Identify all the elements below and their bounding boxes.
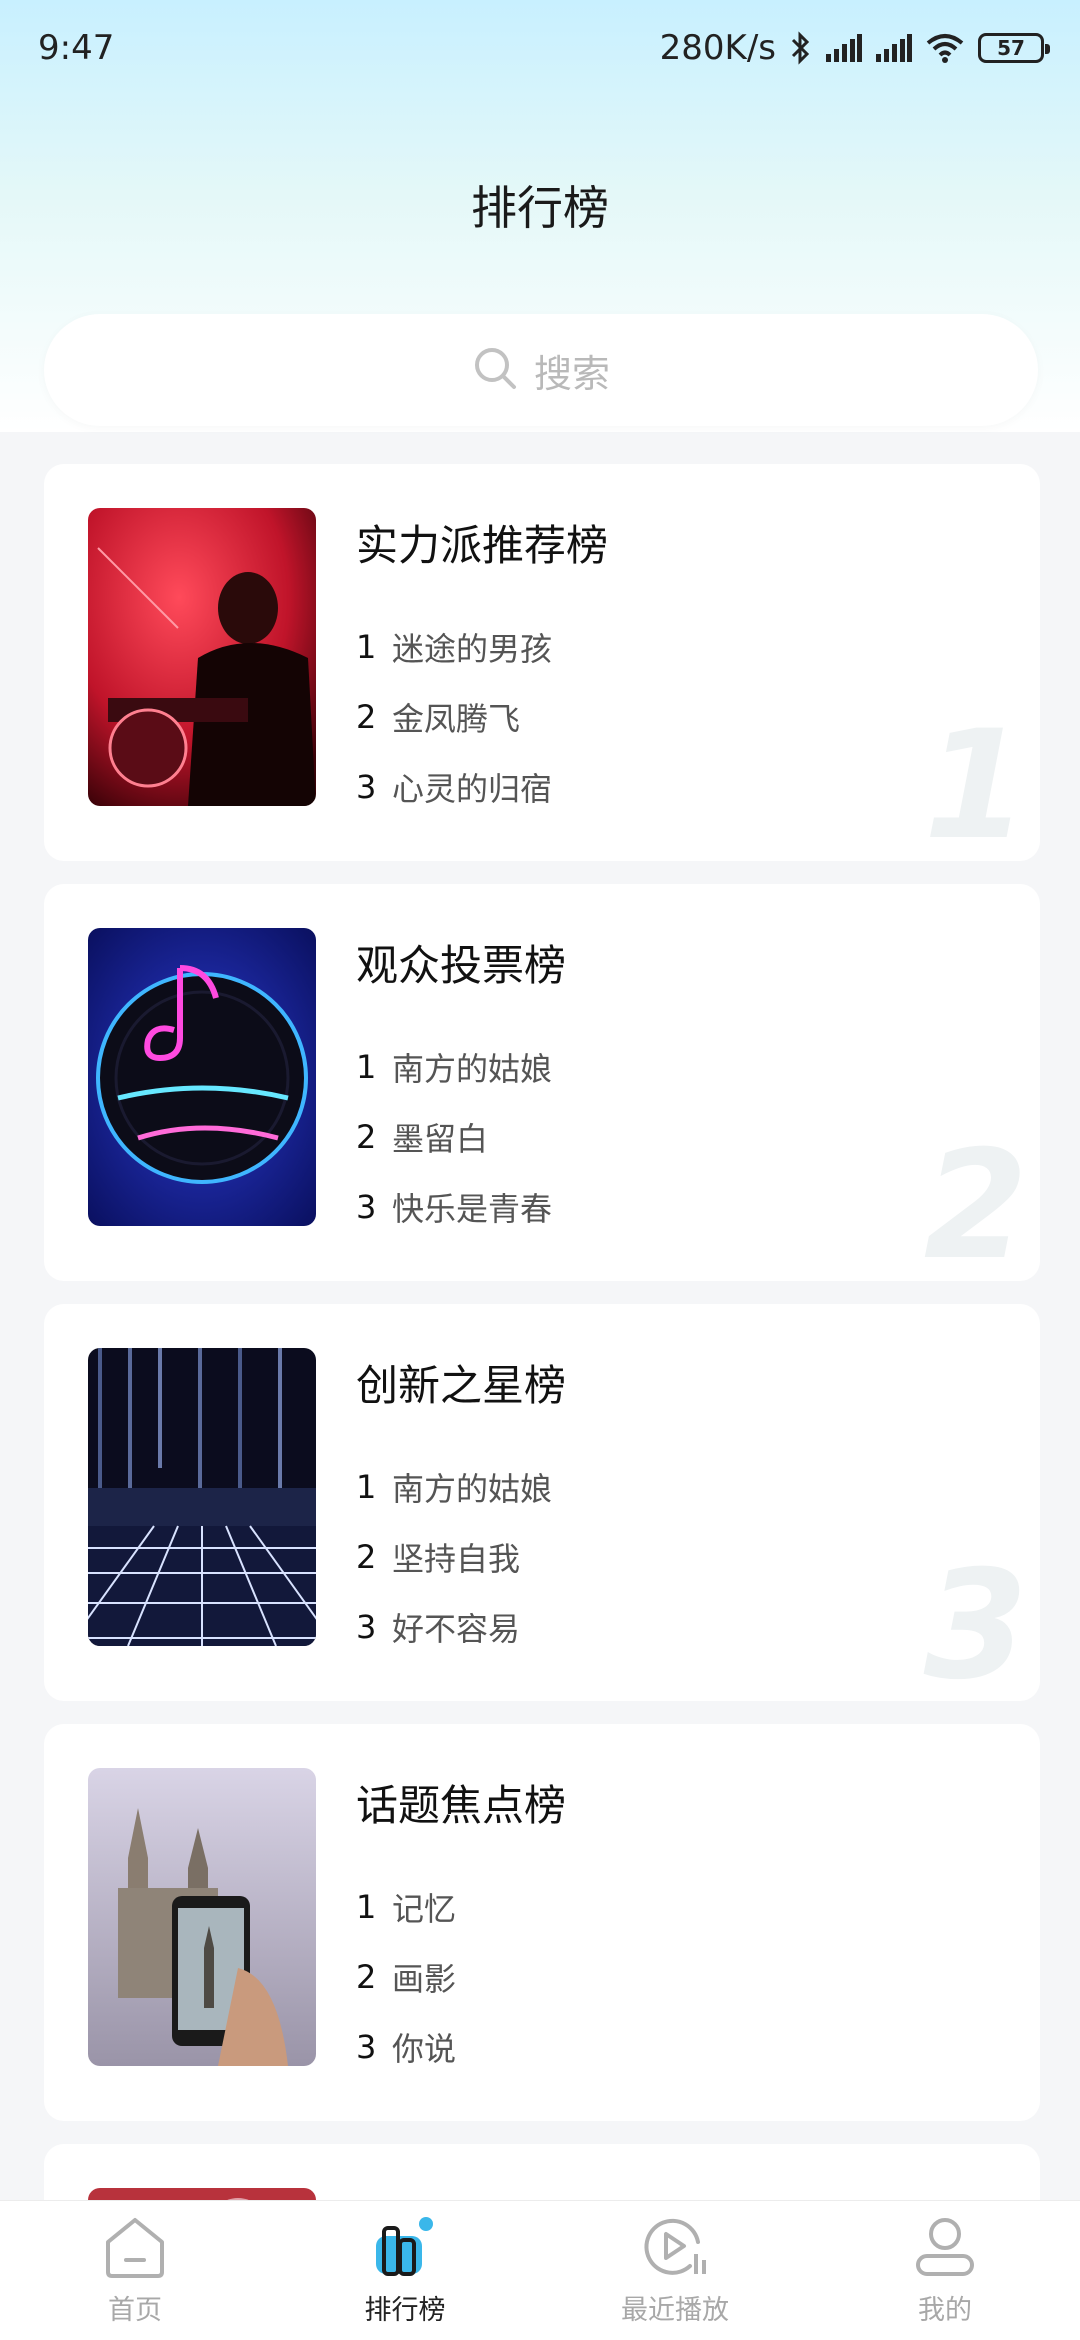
nav-label: 排行榜	[364, 2295, 446, 2326]
song-item[interactable]: 2 金凤腾飞	[356, 682, 552, 752]
song-rank: 3	[356, 2028, 377, 2066]
song-item[interactable]: 3 心灵的归宿	[356, 752, 552, 822]
wifi-icon	[926, 33, 964, 63]
song-name: 迷途的男孩	[392, 630, 553, 668]
song-name: 画影	[392, 1960, 457, 1998]
chart-card-3[interactable]: 创新之星榜 1 南方的姑娘 2 坚持自我 3 好不容易 3	[44, 1304, 1040, 1701]
chart-cover-image	[88, 1348, 316, 1646]
chart-title: 实力派推荐榜	[356, 521, 609, 570]
song-list: 1 南方的姑娘 2 墨留白 3 快乐是青春	[356, 1032, 552, 1242]
song-item[interactable]: 2 坚持自我	[356, 1522, 552, 1592]
song-rank: 1	[356, 1048, 377, 1086]
nav-ranking[interactable]: 排行榜	[270, 2201, 540, 2340]
signal-icon	[826, 34, 862, 62]
nav-label: 最近播放	[621, 2295, 729, 2326]
rank-watermark: 2	[923, 1119, 1028, 1281]
nav-recent[interactable]: 最近播放	[540, 2201, 810, 2340]
chart-cover-image	[88, 928, 316, 1226]
chart-card-1[interactable]: 实力派推荐榜 1 迷途的男孩 2 金凤腾飞 3 心灵的归宿 1	[44, 464, 1040, 861]
song-rank: 2	[356, 698, 377, 736]
song-item[interactable]: 2 墨留白	[356, 1102, 552, 1172]
song-rank: 2	[356, 1538, 377, 1576]
chart-title: 创新之星榜	[356, 1361, 567, 1410]
search-placeholder: 搜索	[533, 351, 610, 396]
chart-cover-image	[88, 508, 316, 806]
rank-watermark: 1	[923, 699, 1028, 861]
bottom-nav: 首页 排行榜 最近播放 我的	[0, 2200, 1080, 2340]
song-name: 记忆	[392, 1890, 457, 1928]
song-rank: 3	[356, 1188, 377, 1226]
song-item[interactable]: 1 迷途的男孩	[356, 612, 552, 682]
song-item[interactable]: 1 南方的姑娘	[356, 1032, 552, 1102]
song-list: 1 迷途的男孩 2 金凤腾飞 3 心灵的归宿	[356, 612, 552, 822]
chart-card-4[interactable]: 话题焦点榜 1 记忆 2 画影 3 你说	[44, 1724, 1040, 2121]
song-name: 南方的姑娘	[392, 1050, 553, 1088]
network-speed: 280K/s	[659, 28, 776, 68]
song-rank: 3	[356, 768, 377, 806]
search-icon	[472, 345, 518, 395]
song-rank: 1	[356, 628, 377, 666]
song-name: 心灵的归宿	[392, 770, 553, 808]
nav-label: 我的	[918, 2295, 972, 2326]
song-name: 快乐是青春	[392, 1190, 553, 1228]
page-title: 排行榜	[471, 181, 609, 235]
rank-watermark: 3	[923, 1539, 1028, 1701]
song-item[interactable]: 3 快乐是青春	[356, 1172, 552, 1242]
ranking-icon	[370, 2214, 440, 2282]
signal-icon-2	[876, 34, 912, 62]
song-name: 好不容易	[392, 1610, 521, 1648]
battery-icon: 57	[978, 33, 1050, 63]
song-item[interactable]: 1 南方的姑娘	[356, 1452, 552, 1522]
song-list: 1 记忆 2 画影 3 你说	[356, 1872, 456, 2082]
song-rank: 2	[356, 1958, 377, 1996]
song-name: 南方的姑娘	[392, 1470, 553, 1508]
bluetooth-icon	[790, 31, 812, 65]
home-icon	[100, 2214, 170, 2282]
chart-title: 观众投票榜	[356, 941, 567, 990]
nav-label: 首页	[108, 2295, 162, 2326]
status-time: 9:47	[38, 28, 115, 68]
nav-home[interactable]: 首页	[0, 2201, 270, 2340]
song-name: 你说	[392, 2030, 457, 2068]
song-name: 坚持自我	[392, 1540, 521, 1578]
song-list: 1 南方的姑娘 2 坚持自我 3 好不容易	[356, 1452, 552, 1662]
song-item[interactable]: 3 你说	[356, 2012, 456, 2082]
song-name: 墨留白	[392, 1120, 489, 1158]
nav-profile[interactable]: 我的	[810, 2201, 1080, 2340]
recent-play-icon	[640, 2214, 710, 2282]
song-item[interactable]: 1 记忆	[356, 1872, 456, 1942]
song-item[interactable]: 3 好不容易	[356, 1592, 552, 1662]
search-bar[interactable]: 搜索	[44, 314, 1038, 426]
chart-cover-image	[88, 1768, 316, 2066]
status-bar: 9:47 280K/s 57	[0, 0, 1080, 96]
battery-level: 57	[997, 36, 1025, 60]
song-name: 金凤腾飞	[392, 700, 521, 738]
chart-title: 话题焦点榜	[356, 1781, 567, 1830]
chart-card-2[interactable]: 观众投票榜 1 南方的姑娘 2 墨留白 3 快乐是青春 2	[44, 884, 1040, 1281]
song-item[interactable]: 2 画影	[356, 1942, 456, 2012]
status-icons: 280K/s 57	[659, 28, 1050, 68]
song-rank: 3	[356, 1608, 377, 1646]
song-rank: 1	[356, 1888, 377, 1926]
profile-icon	[910, 2214, 980, 2282]
song-rank: 1	[356, 1468, 377, 1506]
song-rank: 2	[356, 1118, 377, 1156]
